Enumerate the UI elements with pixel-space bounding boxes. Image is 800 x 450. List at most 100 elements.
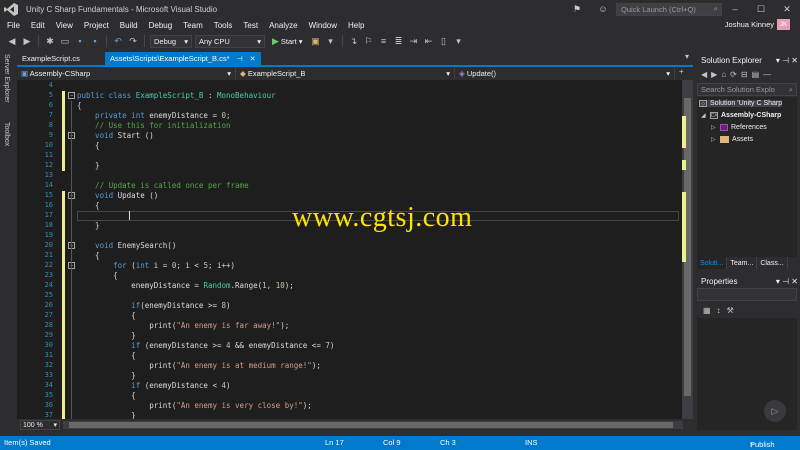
tree-item-assets[interactable]: ▷ Assets [711, 136, 753, 143]
code-line[interactable]: { [77, 251, 100, 261]
editor-horizontal-scrollbar[interactable] [63, 421, 683, 429]
toolbar-more-icon[interactable]: ▾ [453, 35, 465, 47]
code-line[interactable]: void EnemySearch() [77, 241, 176, 251]
code-editor[interactable]: 4 5 6 7 8 9 10 11 12 13 14 15 16 17 18 19 20 21 22 23 24 25 26… [17, 80, 682, 419]
solution-explorer-search-input[interactable]: Search Solution Explo ⌕ [697, 83, 797, 96]
code-line[interactable]: private int enemyDistance = 0; [77, 111, 230, 121]
uncomment-icon[interactable]: ≣ [393, 35, 405, 47]
sync-icon[interactable]: ⟳ [730, 70, 737, 79]
undo-icon[interactable]: ↶ [112, 35, 124, 47]
menu-window[interactable]: Window [303, 21, 342, 30]
code-line[interactable]: if (enemyDistance < 4) [77, 381, 230, 391]
project-dropdown[interactable]: ▣ Assembly-CSharp ▾ [17, 67, 236, 79]
code-line[interactable]: // Use this for initialization [77, 121, 230, 131]
user-name[interactable]: Joshua Kinney [725, 20, 774, 29]
properties-object-select[interactable] [697, 288, 797, 301]
save-all-icon[interactable]: ▪ [89, 35, 101, 47]
tab-class-view[interactable]: Class... [757, 257, 788, 269]
code-line[interactable]: } [77, 221, 100, 231]
code-line[interactable]: } [77, 331, 136, 341]
menu-project[interactable]: Project [78, 21, 114, 30]
back-icon[interactable]: ◀ [6, 35, 18, 47]
quick-launch-input[interactable]: Quick Launch (Ctrl+Q) ⌕ [616, 2, 722, 16]
server-explorer-tab[interactable]: Server Explorer [3, 54, 10, 103]
pluralsight-play-icon[interactable]: ▷ [764, 400, 786, 422]
tree-item-project[interactable]: ◢ C# Assembly-CSharp [701, 112, 781, 119]
comment-icon[interactable]: ≡ [378, 35, 390, 47]
redo-icon[interactable]: ↷ [127, 35, 139, 47]
code-line[interactable]: { [77, 311, 136, 321]
save-icon[interactable]: ▪ [74, 35, 86, 47]
code-line[interactable]: void Update () [77, 191, 158, 201]
code-line[interactable]: enemyDistance = Random.Range(1, 10); [77, 281, 294, 291]
type-dropdown[interactable]: ◆ ExampleScript_B ▾ [236, 67, 455, 79]
code-line[interactable]: { [77, 351, 136, 361]
tab-team-explorer[interactable]: Team... [727, 257, 758, 269]
menu-build[interactable]: Build [114, 21, 143, 30]
solution-platform-select[interactable]: Any CPU ▾ [195, 34, 265, 48]
code-line[interactable]: void Start () [77, 131, 154, 141]
menu-view[interactable]: View [50, 21, 78, 30]
menu-test[interactable]: Test [238, 21, 264, 30]
panel-options-icon[interactable]: ▾ ⊣ ✕ [776, 56, 800, 65]
code-line[interactable]: for (int i = 0; i < 5; i++) [77, 261, 235, 271]
maximize-button[interactable]: ☐ [748, 4, 774, 15]
code-line[interactable]: { [77, 101, 82, 111]
properties-icon[interactable]: ▤ [752, 70, 760, 79]
menu-team[interactable]: Team [178, 21, 209, 30]
code-line[interactable]: } [77, 411, 136, 419]
tab-examplescript[interactable]: ExampleScript.cs [17, 52, 85, 65]
code-line[interactable]: } [77, 371, 136, 381]
feedback-icon[interactable]: ☺ [590, 4, 616, 14]
code-line[interactable]: { [77, 391, 136, 401]
code-line[interactable]: { [77, 271, 118, 281]
close-button[interactable]: ✕ [774, 4, 800, 15]
code-line[interactable]: { [77, 201, 100, 211]
property-pages-icon[interactable]: ⚒ [727, 306, 734, 315]
start-debugging-button[interactable]: ▶ Start ▾ [268, 36, 307, 47]
pin-icon[interactable]: ⊣ [237, 55, 243, 63]
alphabetical-icon[interactable]: ↕ [717, 306, 721, 315]
code-line[interactable]: { [77, 141, 100, 151]
back-icon[interactable]: ◀ [701, 70, 707, 79]
tab-overflow-icon[interactable]: ▾ [685, 52, 689, 61]
member-dropdown[interactable]: ◈ Update() ▾ [455, 67, 675, 79]
collapse-region-icon[interactable]: − [68, 92, 75, 99]
collapsed-arrow-icon[interactable]: ▷ [711, 124, 717, 131]
avatar[interactable]: JK [777, 19, 790, 30]
tab-solution-explorer[interactable]: Soluti... [697, 257, 728, 269]
forward-icon[interactable]: ▶ [711, 70, 717, 79]
code-line[interactable]: print("An enemy is very close by!"); [77, 401, 312, 411]
categorized-icon[interactable]: ▦ [703, 306, 711, 315]
home-icon[interactable]: ⌂ [721, 70, 726, 79]
code-line[interactable]: public class ExampleScript_B : MonoBehav… [77, 91, 276, 101]
code-line[interactable]: print("An enemy is at medium range!"); [77, 361, 321, 371]
code-line[interactable]: if(enemyDistance >= 8) [77, 301, 230, 311]
collapsed-arrow-icon[interactable]: ▷ [711, 136, 717, 143]
split-editor-icon[interactable]: + [675, 67, 688, 80]
chevron-down-icon[interactable]: ▾ [325, 35, 337, 47]
solution-configuration-select[interactable]: Debug ▾ [150, 34, 192, 48]
code-line[interactable]: } [77, 161, 100, 171]
scrollbar-thumb[interactable] [69, 422, 673, 428]
bookmark-icon[interactable]: ⚐ [363, 35, 375, 47]
code-line[interactable]: print("An enemy is far away!"); [77, 321, 289, 331]
notifications-flag-icon[interactable]: ⚑ [564, 4, 590, 15]
menu-edit[interactable]: Edit [25, 21, 50, 30]
step-over-icon[interactable]: ↴ [348, 35, 360, 47]
find-icon[interactable]: ▯ [438, 35, 450, 47]
expanded-arrow-icon[interactable]: ◢ [701, 112, 707, 119]
code-line[interactable]: // Update is called once per frame [77, 181, 249, 191]
open-file-icon[interactable]: ▭ [59, 35, 71, 47]
forward-icon[interactable]: ▶ [21, 35, 33, 47]
panel-options-icon[interactable]: ▾ ⊣ ✕ [776, 277, 800, 286]
attach-icon[interactable]: ▣ [310, 35, 322, 47]
menu-help[interactable]: Help [343, 21, 370, 30]
tree-item-references[interactable]: ▷ References [711, 124, 767, 131]
new-project-icon[interactable]: ✱ [44, 35, 56, 47]
zoom-select[interactable]: 100 % ▾ [20, 420, 60, 430]
code-line[interactable]: if (enemyDistance >= 4 && enemyDistance … [77, 341, 334, 351]
close-tab-icon[interactable]: ✕ [250, 55, 256, 63]
tab-examplescript-b[interactable]: Assets\Scripts\ExampleScript_B.cs* ⊣ ✕ [104, 52, 261, 65]
menu-analyze[interactable]: Analyze [264, 21, 303, 30]
